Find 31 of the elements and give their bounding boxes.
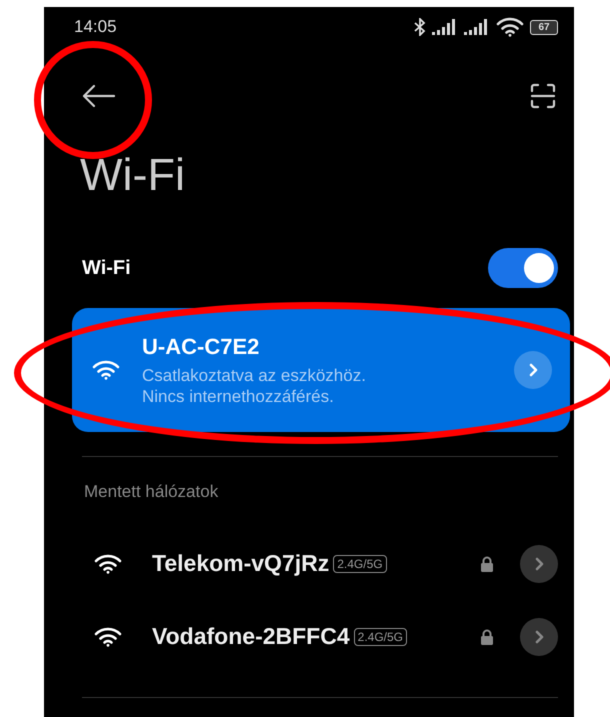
- network-name[interactable]: Vodafone-2BFFC4: [152, 623, 350, 650]
- wifi-icon: [94, 626, 122, 646]
- wifi-label: Wi-Fi: [82, 256, 131, 280]
- chevron-right-icon: [528, 363, 538, 377]
- chevron-right-icon: [534, 556, 544, 570]
- connected-network-card[interactable]: U-AC-C7E2 Csatlakoztatva az eszközhöz. Nincs internethozzáférés.: [72, 308, 570, 432]
- scan-icon: [530, 83, 556, 109]
- back-button[interactable]: [82, 84, 116, 108]
- connection-detail: Nincs internethozzáférés.: [142, 386, 335, 406]
- wifi-icon: [92, 360, 120, 380]
- scan-button[interactable]: [530, 83, 556, 109]
- back-arrow-icon: [82, 84, 116, 108]
- details-button[interactable]: [514, 351, 552, 389]
- band-tag: 2.4G/5G: [333, 554, 387, 572]
- signal-icon: [464, 19, 490, 35]
- details-button[interactable]: [520, 618, 558, 656]
- section-heading: Mentett hálózatok: [83, 481, 220, 503]
- battery-level: 67: [530, 20, 558, 34]
- wifi-icon: [94, 554, 122, 574]
- network-name[interactable]: Telekom-vQ7jRz: [152, 550, 330, 577]
- wifi-icon: [496, 17, 524, 37]
- network-name: U-AC-C7E2: [142, 334, 260, 360]
- wifi-toggle[interactable]: [488, 248, 558, 288]
- signal-icon: [432, 19, 458, 35]
- chevron-right-icon: [534, 630, 544, 644]
- connection-status: Csatlakoztatva az eszközhöz.: [142, 364, 367, 386]
- status-time: 14:05: [74, 17, 117, 37]
- page-title: Wi-Fi: [79, 148, 186, 202]
- band-tag: 2.4G/5G: [354, 628, 407, 646]
- details-button[interactable]: [520, 544, 558, 582]
- bluetooth-icon: [414, 18, 426, 36]
